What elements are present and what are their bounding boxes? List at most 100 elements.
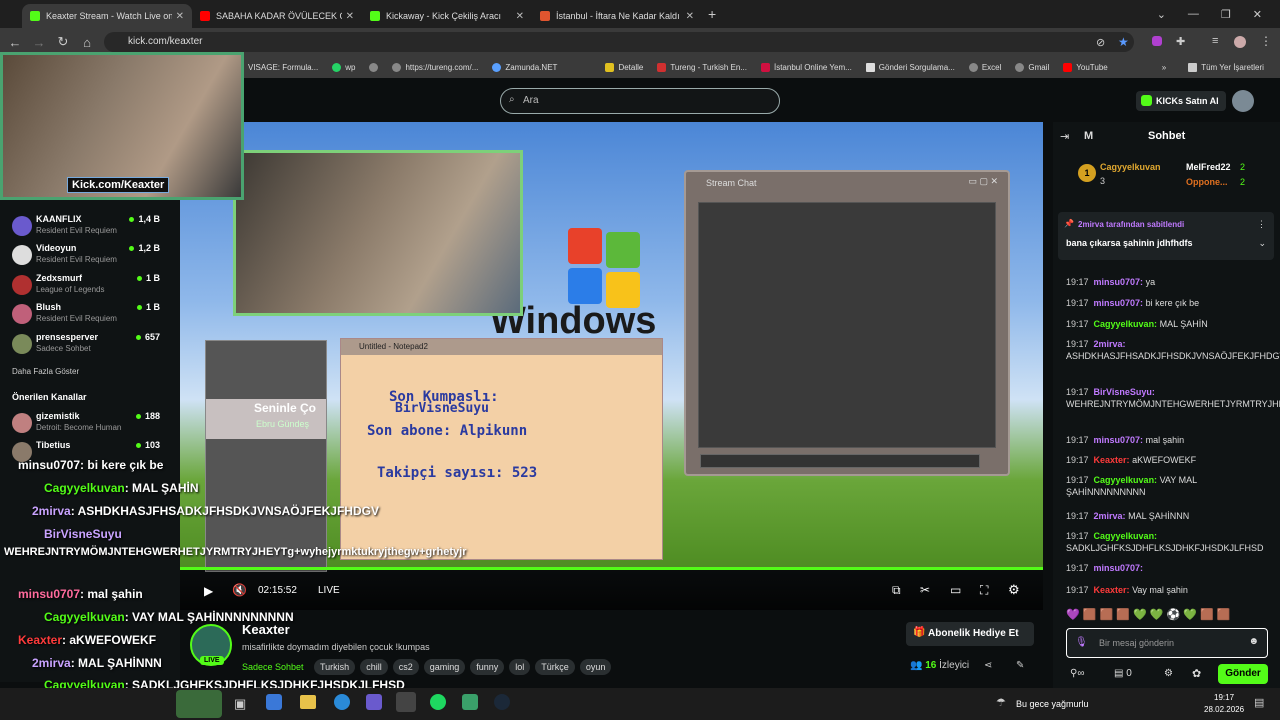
bookmark[interactable]: YouTube bbox=[1063, 62, 1108, 72]
task-view-icon[interactable]: ▣ bbox=[234, 696, 246, 712]
share-icon[interactable]: ⋖ bbox=[984, 660, 992, 671]
restore-icon[interactable]: ❐ bbox=[1221, 8, 1231, 21]
chat-username[interactable]: 2mirva: bbox=[1094, 339, 1126, 349]
gift-sub-button[interactable]: 🎁 Abonelik Hediye Et bbox=[906, 622, 1034, 646]
home-icon[interactable]: ⌂ bbox=[75, 35, 99, 50]
kicks-balance[interactable]: ▤ 0 bbox=[1114, 668, 1132, 679]
edge-icon[interactable] bbox=[334, 694, 350, 710]
puzzle-icon[interactable]: ✚ bbox=[1176, 35, 1185, 48]
chat-username[interactable]: minsu0707: bbox=[1094, 277, 1144, 287]
sidebar-channel[interactable]: prensesperver Sadece Sohbet 657 bbox=[0, 332, 180, 358]
bookmark[interactable]: Gönderi Sorgulama... bbox=[865, 62, 955, 72]
browser-tab[interactable]: Kickaway - Kick Çekiliş Aracı ✕ bbox=[362, 4, 532, 28]
close-icon[interactable]: ✕ bbox=[346, 11, 354, 22]
chat-username[interactable]: Keaxter: bbox=[1094, 585, 1130, 595]
url-field[interactable]: kick.com/keaxter bbox=[104, 32, 1134, 52]
rewards-icon[interactable]: ✿ bbox=[1192, 667, 1201, 680]
tag[interactable]: oyun bbox=[579, 659, 612, 675]
sidebar-channel[interactable]: gizemistik Detroit: Become Human 188 bbox=[0, 411, 180, 437]
chevron-down-icon[interactable]: ⌄ bbox=[1157, 8, 1166, 21]
chat-username[interactable]: minsu0707: bbox=[1094, 435, 1144, 445]
close-icon[interactable]: ✕ bbox=[686, 11, 694, 22]
inner-webcam bbox=[233, 150, 523, 316]
bookmark[interactable]: VISAGE: Formula... bbox=[248, 63, 318, 72]
eye-off-icon[interactable]: ⊘ bbox=[1096, 36, 1105, 49]
chrome-icon[interactable] bbox=[396, 692, 416, 712]
chat-username[interactable]: Keaxter: bbox=[1094, 455, 1130, 465]
bookmark[interactable]: Gmail bbox=[1015, 62, 1049, 72]
weather-icon[interactable]: ☂ bbox=[996, 696, 1006, 709]
user-avatar[interactable] bbox=[1232, 90, 1254, 112]
steam-icon[interactable] bbox=[494, 694, 510, 710]
settings-gear-icon[interactable]: ⚙ bbox=[1008, 582, 1020, 598]
bookmark[interactable]: Detalle bbox=[605, 62, 643, 72]
notification-icon[interactable]: ▤ bbox=[1254, 696, 1264, 709]
flag-green bbox=[606, 232, 640, 268]
kebab-menu-icon[interactable]: ⋮ bbox=[1257, 219, 1266, 230]
tag[interactable]: lol bbox=[509, 659, 531, 675]
kebab-menu-icon[interactable]: ⋮ bbox=[1260, 34, 1272, 48]
send-button[interactable]: Gönder bbox=[1218, 664, 1268, 684]
buy-kicks-button[interactable]: KICKs Satın Al bbox=[1136, 91, 1226, 111]
chat-username[interactable]: Cagyyelkuvan: bbox=[1094, 319, 1158, 329]
new-tab-button[interactable]: + bbox=[708, 6, 716, 22]
bookmark[interactable]: Zamunda.NET bbox=[492, 62, 557, 72]
sidebar-channel[interactable]: Videoyun Resident Evil Requiem 1,2 B bbox=[0, 243, 180, 269]
clip-icon[interactable]: ✂ bbox=[920, 583, 930, 597]
file-explorer-icon[interactable] bbox=[300, 695, 316, 709]
back-arrow-icon[interactable]: ← bbox=[3, 35, 27, 50]
browser-tab[interactable]: SABAHA KADAR ÖVÜLECEK OY ✕ bbox=[192, 4, 362, 28]
close-window-icon[interactable]: ✕ bbox=[1253, 8, 1262, 21]
site-favicon-icon bbox=[540, 11, 550, 21]
menu-lines-icon[interactable]: ≡ bbox=[1212, 35, 1218, 47]
kicks-link-icon[interactable]: ⚲∞ bbox=[1070, 668, 1084, 679]
minimize-icon[interactable]: — bbox=[1188, 8, 1199, 20]
taskbar-thumbnail bbox=[176, 690, 222, 718]
sidebar-channel[interactable]: Zedxsmurf League of Legends 1 B bbox=[0, 273, 180, 299]
settings-gear-icon[interactable]: ⚙ bbox=[1164, 668, 1173, 679]
mic-icon[interactable]: 🎙 bbox=[1075, 637, 1088, 648]
bookmark[interactable]: Tureng - Turkish En... bbox=[657, 62, 747, 72]
sidebar-channel[interactable]: KAANFLIX Resident Evil Requiem 1,4 B bbox=[0, 214, 180, 240]
chat-username[interactable]: 2mirva: bbox=[1094, 511, 1126, 521]
chat-username[interactable]: Cagyyelkuvan: bbox=[1094, 531, 1158, 541]
bookmark[interactable] bbox=[369, 62, 379, 72]
emoji-icon[interactable]: ☻ bbox=[1248, 636, 1259, 647]
spotify-icon[interactable] bbox=[430, 694, 446, 710]
forward-arrow-icon[interactable]: → bbox=[27, 35, 51, 50]
app-icon[interactable] bbox=[366, 694, 382, 710]
browser-tab[interactable]: İstanbul - İftara Ne Kadar Kaldı ✕ bbox=[532, 4, 702, 28]
add-user-icon[interactable]: ✎ bbox=[1016, 660, 1024, 671]
browser-tab[interactable]: Keaxter Stream - Watch Live on ✕ bbox=[22, 4, 192, 28]
window-controls: ⌄ — ❐ ✕ bbox=[1157, 0, 1280, 28]
collapse-chat-icon[interactable]: ⇥ bbox=[1060, 130, 1069, 143]
star-icon[interactable]: ★ bbox=[1118, 35, 1129, 49]
close-icon[interactable]: ✕ bbox=[176, 11, 184, 22]
app-icon[interactable] bbox=[462, 694, 478, 710]
bookmark[interactable]: Excel bbox=[968, 62, 1001, 72]
bookmark[interactable]: https://tureng.com/... bbox=[392, 62, 478, 72]
sidebar-channel[interactable]: Blush Resident Evil Requiem 1 B bbox=[0, 302, 180, 328]
pip-icon[interactable]: ⧉ bbox=[892, 583, 901, 598]
close-icon[interactable]: ✕ bbox=[516, 11, 524, 22]
reload-icon[interactable]: ↻ bbox=[51, 34, 75, 50]
chevron-down-icon[interactable]: ⌄ bbox=[1258, 238, 1266, 249]
show-more-link[interactable]: Daha Fazla Göster bbox=[12, 367, 79, 376]
profile-avatar[interactable] bbox=[1234, 36, 1246, 48]
tag[interactable]: Türkçe bbox=[535, 659, 575, 675]
chat-username[interactable]: minsu0707: bbox=[1094, 298, 1144, 308]
bookmark[interactable]: İstanbul Online Yem... bbox=[760, 62, 852, 72]
fullscreen-icon[interactable]: ⛶ bbox=[980, 583, 988, 598]
more-bookmarks-chevron-icon[interactable]: » bbox=[1162, 63, 1166, 72]
chat-username[interactable]: BirVisneSuyu: bbox=[1094, 387, 1155, 397]
search-input[interactable]: ⌕ Ara bbox=[500, 88, 780, 114]
chat-input[interactable]: 🎙 Bir mesaj gönderin ☻ bbox=[1066, 628, 1268, 658]
theater-icon[interactable]: ▭ bbox=[950, 583, 961, 597]
copilot-icon[interactable] bbox=[266, 694, 282, 710]
chat-timestamp: 19:17 bbox=[1066, 563, 1089, 573]
all-bookmarks[interactable]: Tüm Yer İşaretleri bbox=[1188, 62, 1264, 72]
extension-icon[interactable] bbox=[1152, 36, 1162, 46]
bookmark[interactable]: wp bbox=[332, 62, 355, 72]
chat-username[interactable]: Cagyyelkuvan: bbox=[1094, 475, 1158, 485]
chat-username[interactable]: minsu0707: bbox=[1094, 563, 1144, 573]
